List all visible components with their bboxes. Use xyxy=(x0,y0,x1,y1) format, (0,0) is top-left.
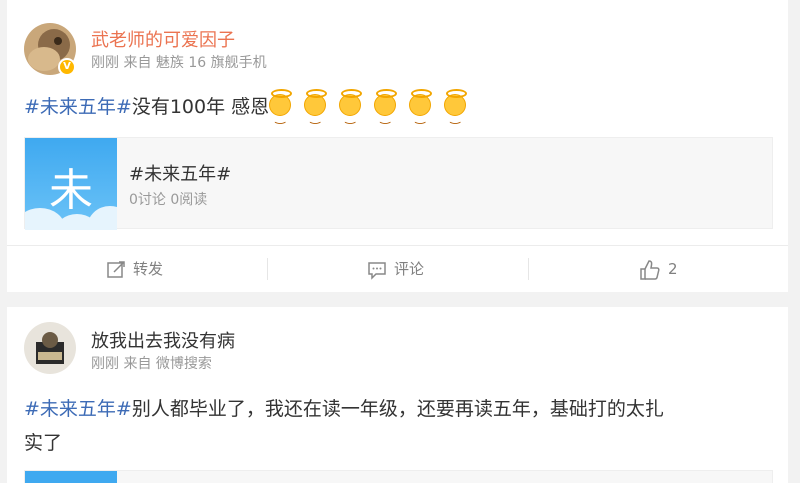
angel-emoji xyxy=(374,89,398,134)
post-text: #未来五年#没有100年 感恩 xyxy=(24,89,479,134)
topic-card[interactable] xyxy=(24,470,773,483)
post-body-line1: 别人都毕业了，我还在读一年级，还要再读五年，基础打的太扎 xyxy=(131,398,664,420)
comment-button[interactable]: 评论 xyxy=(367,246,424,293)
angel-emoji xyxy=(304,89,328,134)
repost-icon xyxy=(107,260,125,278)
comment-icon xyxy=(368,261,386,280)
topic-title[interactable]: #未来五年# xyxy=(129,160,231,186)
like-button[interactable]: 2 xyxy=(639,246,678,293)
post-card: 放我出去我没有病 刚刚 来自 微博搜索 #未来五年#别人都毕业了，我还在读一年级… xyxy=(7,307,788,483)
like-count: 2 xyxy=(668,260,678,278)
post-meta: 刚刚 来自 微博搜索 xyxy=(91,356,212,372)
angel-emoji xyxy=(444,89,468,134)
angel-emoji xyxy=(409,89,433,134)
username[interactable]: 放我出去我没有病 xyxy=(91,327,235,353)
comment-label: 评论 xyxy=(394,260,425,278)
username[interactable]: 武老师的可爱因子 xyxy=(91,26,235,52)
topic-card[interactable]: 未 #未来五年# 0讨论 0阅读 xyxy=(24,137,773,230)
post-body: 没有100年 感恩 xyxy=(131,96,270,118)
topic-thumbnail xyxy=(25,471,117,483)
angel-emoji xyxy=(339,89,363,134)
repost-label: 转发 xyxy=(133,260,164,278)
verified-badge-icon: V xyxy=(58,58,76,76)
angel-emoji xyxy=(269,89,293,134)
emoji-row xyxy=(269,89,479,134)
hashtag-link[interactable]: #未来五年# xyxy=(24,96,132,118)
topic-stats: 0讨论 0阅读 xyxy=(129,192,208,208)
avatar[interactable] xyxy=(24,322,76,374)
hashtag-link[interactable]: #未来五年# xyxy=(24,398,132,420)
post-meta: 刚刚 来自 魅族 16 旗舰手机 xyxy=(91,55,267,71)
thumbs-up-icon xyxy=(640,259,660,280)
repost-button[interactable]: 转发 xyxy=(106,246,163,293)
post-text: #未来五年#别人都毕业了，我还在读一年级，还要再读五年，基础打的太扎 实了 xyxy=(24,392,774,460)
action-bar: 转发 评论 2 xyxy=(7,245,788,292)
post-body-line2: 实了 xyxy=(24,432,63,454)
topic-thumbnail: 未 xyxy=(25,138,117,230)
topic-thumbnail-char: 未 xyxy=(49,165,93,216)
post-card: V 武老师的可爱因子 刚刚 来自 魅族 16 旗舰手机 #未来五年#没有100年… xyxy=(7,0,788,292)
